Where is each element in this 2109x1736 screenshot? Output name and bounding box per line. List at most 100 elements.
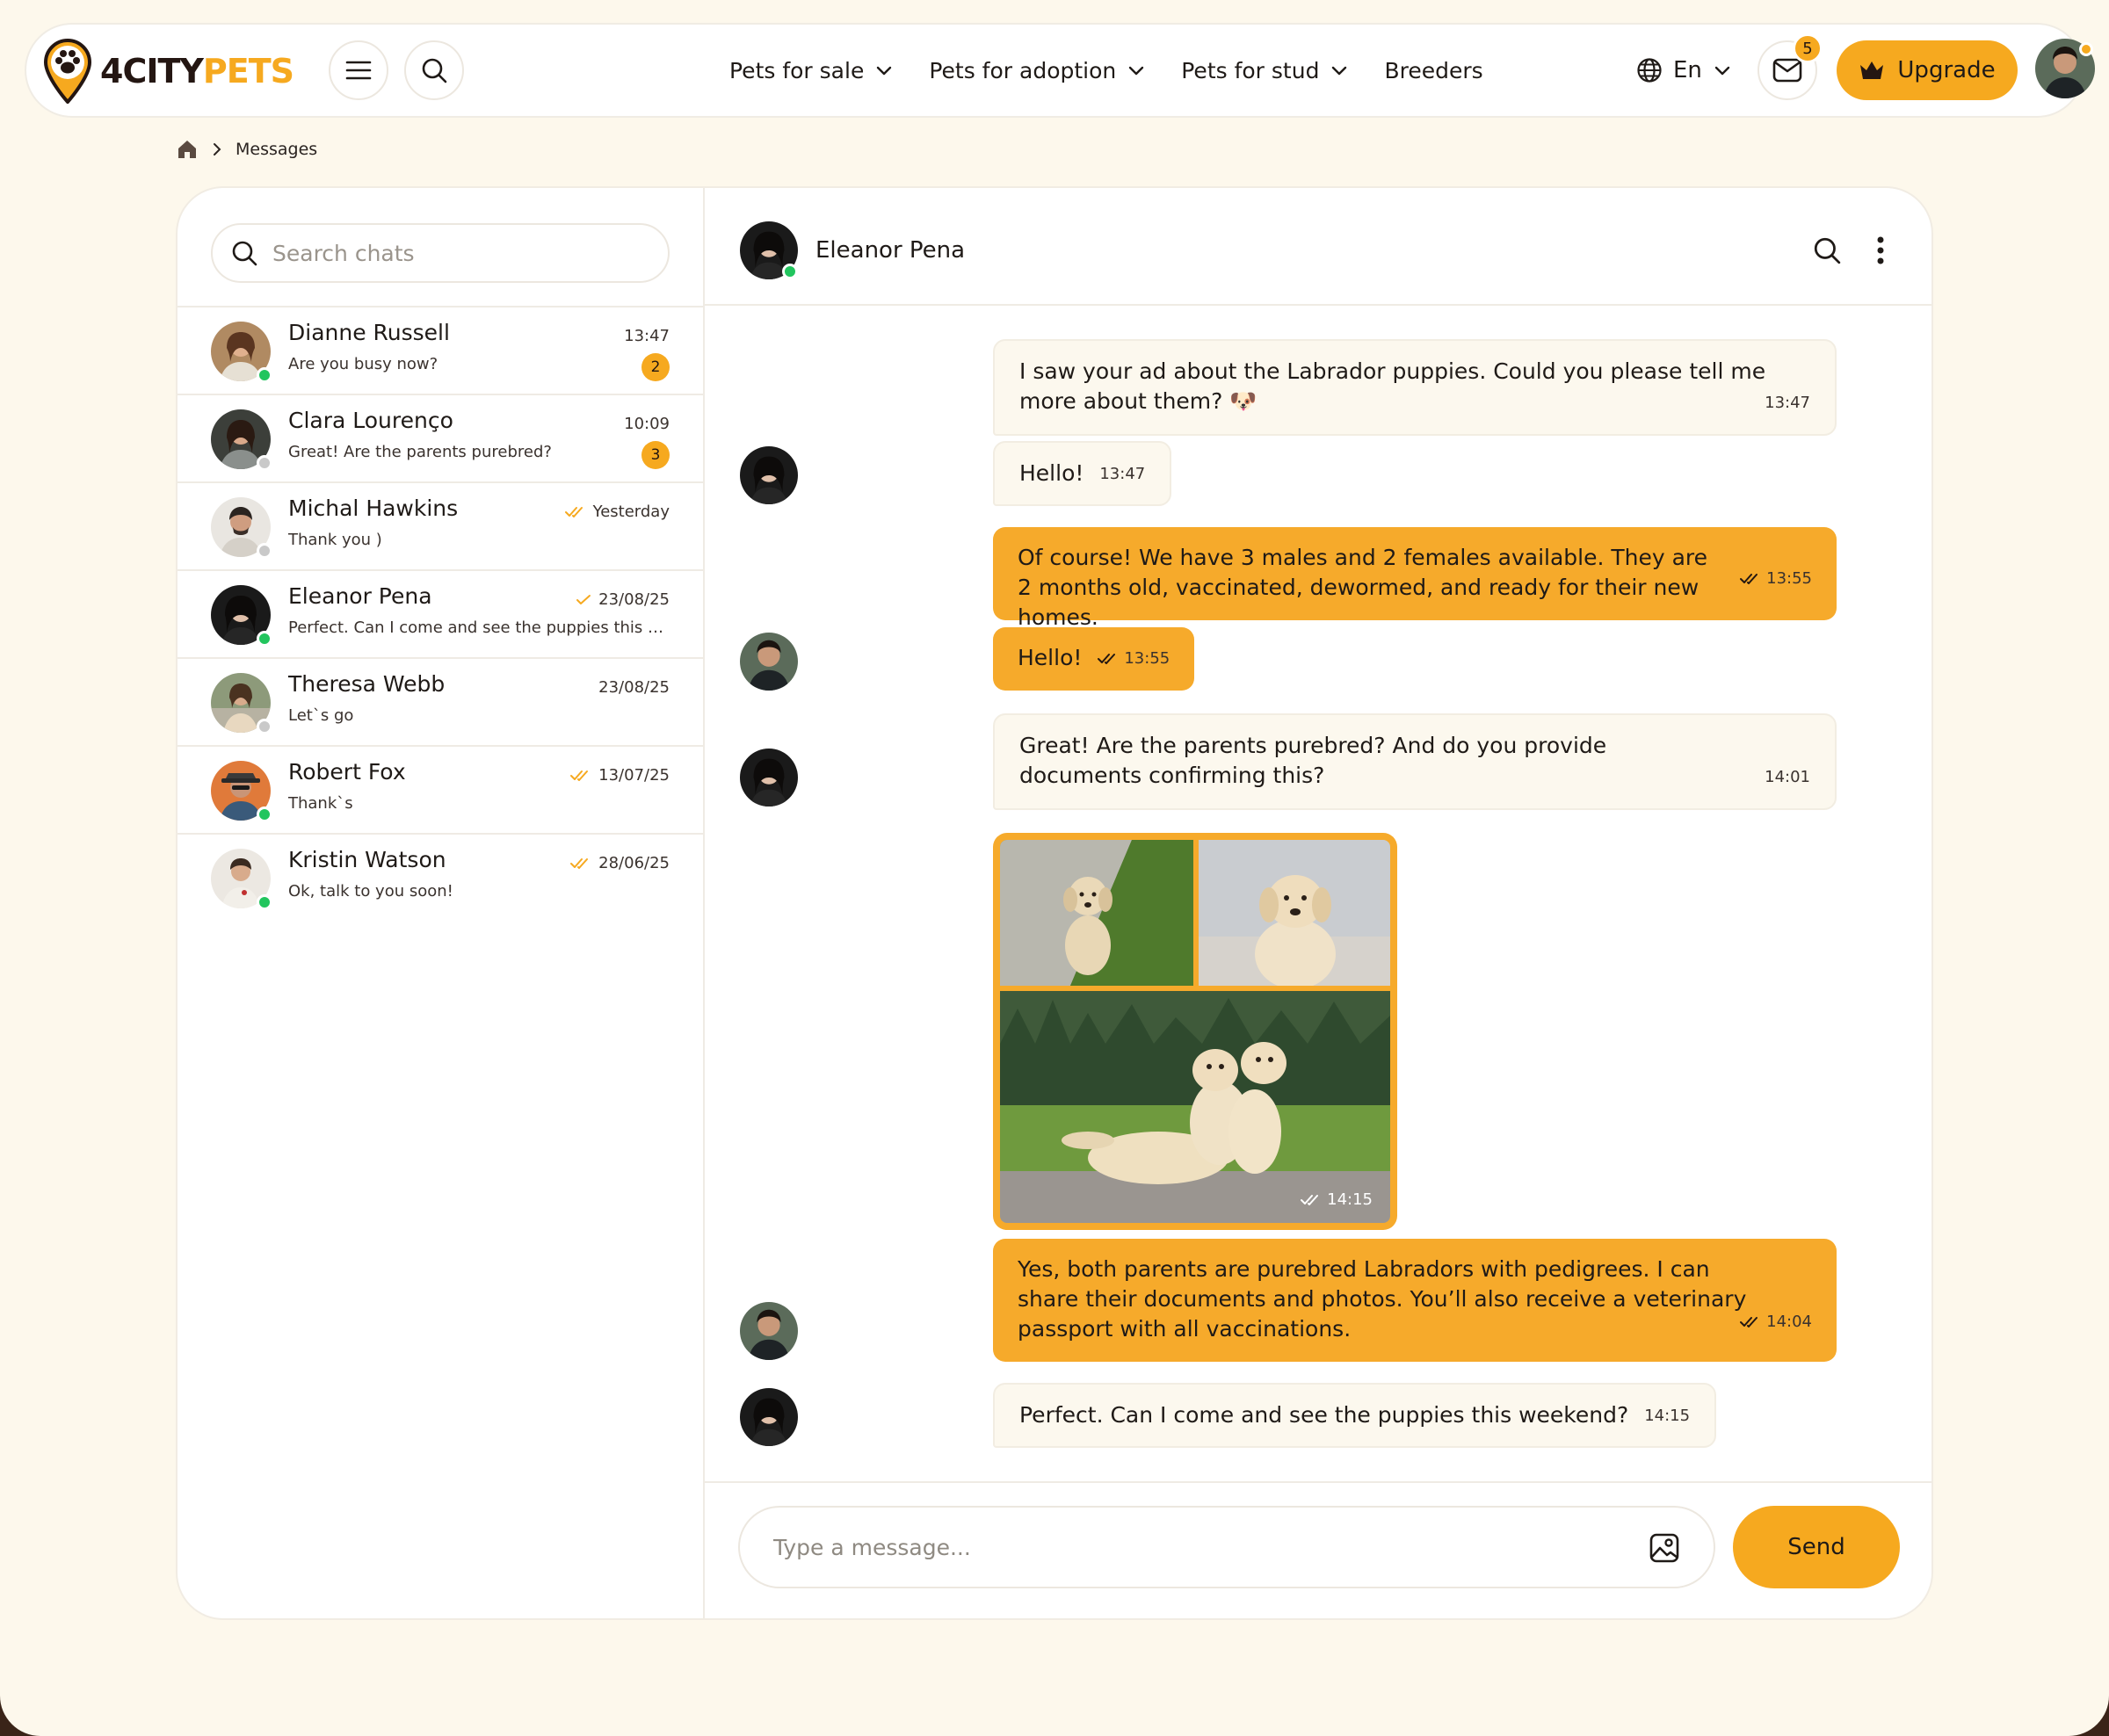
crown-icon	[1860, 61, 1884, 79]
search-icon	[422, 58, 447, 83]
globe-icon	[1637, 58, 1662, 83]
chat-time-text: 10:09	[624, 415, 670, 433]
message-outgoing: Of course! We have 3 males and 2 females…	[993, 527, 1837, 630]
chat-time-text: 28/06/25	[598, 854, 670, 872]
chat-preview: Ok, talk to you soon!	[288, 882, 453, 901]
logo-text-part1: 4CITY	[100, 52, 204, 90]
chat-item-dianne-russell[interactable]: Dianne Russell Are you busy now? 13:47 2	[178, 306, 703, 394]
message-time: 14:04	[1740, 1307, 1812, 1337]
chat-sidebar: Dianne Russell Are you busy now? 13:47 2…	[178, 188, 705, 1618]
dogs-photo-3[interactable]	[1000, 991, 1390, 1223]
chat-preview: Thank`s	[288, 794, 353, 813]
double-check-icon	[1740, 1317, 1758, 1327]
chat-search[interactable]	[211, 223, 670, 283]
message-time: 13:47	[1099, 459, 1145, 489]
logo-text: 4CITYPETS	[100, 54, 294, 88]
chat-item-eleanor-pena[interactable]: Eleanor Pena Perfect. Can I come and see…	[178, 569, 703, 657]
offline-status-dot	[257, 455, 272, 471]
chat-name: Michal Hawkins	[288, 495, 459, 521]
nav-label: Pets for adoption	[929, 57, 1117, 83]
chat-name: Clara Lourenço	[288, 408, 453, 433]
chat-item-clara-lourenco[interactable]: Clara Lourenço Great! Are the parents pu…	[178, 394, 703, 481]
chat-time: 13:47	[624, 327, 670, 345]
chat-time-text: Yesterday	[592, 503, 670, 521]
message-time: 14:15	[1644, 1401, 1690, 1431]
message-time: 13:55	[1740, 564, 1812, 594]
message-time-text: 14:15	[1644, 1407, 1691, 1425]
chat-time-text: 13/07/25	[598, 766, 670, 785]
nav-label: Pets for stud	[1181, 57, 1320, 83]
nav-pets-for-stud[interactable]: Pets for stud	[1181, 58, 1349, 83]
chat-item-theresa-webb[interactable]: Theresa Webb Let`s go 23/08/25	[178, 657, 703, 745]
message-time: 14:01	[1765, 763, 1810, 792]
upgrade-button[interactable]: Upgrade	[1837, 40, 2018, 100]
message-text: I saw your ad about the Labrador puppies…	[1019, 358, 1766, 414]
logo-text-part2: PETS	[202, 52, 294, 90]
online-status-dot	[257, 367, 272, 383]
double-check-icon	[570, 857, 589, 869]
double-check-icon	[564, 506, 583, 517]
contact-avatar	[740, 749, 798, 807]
own-avatar	[740, 633, 798, 691]
chat-item-kristin-watson[interactable]: Kristin Watson Ok, talk to you soon! 28/…	[178, 833, 703, 921]
message-time-text: 13:55	[1766, 569, 1812, 588]
breadcrumb-current: Messages	[236, 140, 318, 159]
chat-time: 23/08/25	[576, 590, 670, 609]
message-time-text: 14:01	[1765, 768, 1810, 786]
nav-pets-for-sale[interactable]: Pets for sale	[729, 58, 894, 83]
online-status-dot	[782, 264, 798, 279]
message-time-text: 13:47	[1099, 465, 1146, 483]
chat-preview: Let`s go	[288, 706, 354, 725]
chevron-down-icon	[1714, 66, 1730, 76]
message-incoming: Great! Are the parents purebred? And do …	[993, 713, 1837, 810]
message-text: Yes, both parents are purebred Labradors…	[1018, 1256, 1747, 1342]
send-button[interactable]: Send	[1733, 1506, 1900, 1588]
message-time: 14:15	[1301, 1190, 1373, 1209]
chat-name: Eleanor Pena	[288, 583, 432, 609]
menu-button[interactable]	[329, 40, 388, 100]
logo[interactable]: 4CITYPETS	[42, 37, 294, 105]
chat-preview: Perfect. Can I come and see the puppies …	[288, 618, 675, 637]
language-selector[interactable]: En	[1636, 25, 1732, 116]
offline-status-dot	[257, 719, 272, 734]
nav-pets-for-adoption[interactable]: Pets for adoption	[929, 58, 1146, 83]
chat-time: 23/08/25	[598, 678, 670, 697]
chat-item-robert-fox[interactable]: Robert Fox Thank`s 13/07/25	[178, 745, 703, 833]
chevron-down-icon	[1129, 66, 1144, 76]
chat-item-michal-hawkins[interactable]: Michal Hawkins Thank you ) Yesterday	[178, 481, 703, 569]
chat-time-text: 23/08/25	[598, 678, 670, 697]
attach-image-icon[interactable]	[1649, 1532, 1680, 1564]
home-icon[interactable]	[176, 139, 199, 160]
puppy-photo-1[interactable]	[1000, 840, 1193, 986]
chat-search-input[interactable]	[272, 240, 641, 266]
message-input[interactable]	[773, 1534, 1617, 1560]
message-text: Of course! We have 3 males and 2 females…	[1018, 545, 1708, 630]
user-status-dot	[2079, 42, 2093, 56]
message-composer: Send	[705, 1481, 1931, 1618]
message-incoming: Hello! 13:47	[993, 441, 1172, 506]
message-time-text: 14:15	[1327, 1190, 1373, 1209]
more-vertical-icon[interactable]	[1873, 235, 1888, 265]
chat-preview: Are you busy now?	[288, 355, 438, 373]
chat-time-text: 13:47	[624, 327, 670, 345]
chat-time-text: 23/08/25	[598, 590, 670, 609]
message-image-gallery[interactable]: 14:15	[993, 833, 1397, 1230]
nav-breeders[interactable]: Breeders	[1384, 58, 1482, 83]
unread-badge: 3	[641, 441, 670, 469]
chat-time: 10:09	[624, 415, 670, 433]
messages-button[interactable]: 5	[1758, 33, 1823, 100]
mail-count-badge: 5	[1793, 33, 1823, 63]
message-outgoing: Hello! 13:55	[993, 627, 1195, 691]
message-time-text: 13:47	[1765, 394, 1810, 412]
contact-name: Eleanor Pena	[815, 237, 966, 264]
search-icon[interactable]	[1812, 235, 1842, 265]
message-input-field[interactable]	[738, 1506, 1715, 1588]
chevron-right-icon	[214, 143, 221, 156]
conversation-panel: Eleanor Pena I saw your ad about the Lab…	[705, 188, 1931, 1618]
message-outgoing: Yes, both parents are purebred Labradors…	[993, 1239, 1837, 1362]
header-search-button[interactable]	[404, 40, 464, 100]
conversation-header: Eleanor Pena	[705, 188, 1931, 306]
chat-time: 13/07/25	[570, 766, 670, 785]
message-text: Hello!	[1019, 460, 1084, 486]
puppy-photo-2[interactable]	[1199, 840, 1390, 986]
